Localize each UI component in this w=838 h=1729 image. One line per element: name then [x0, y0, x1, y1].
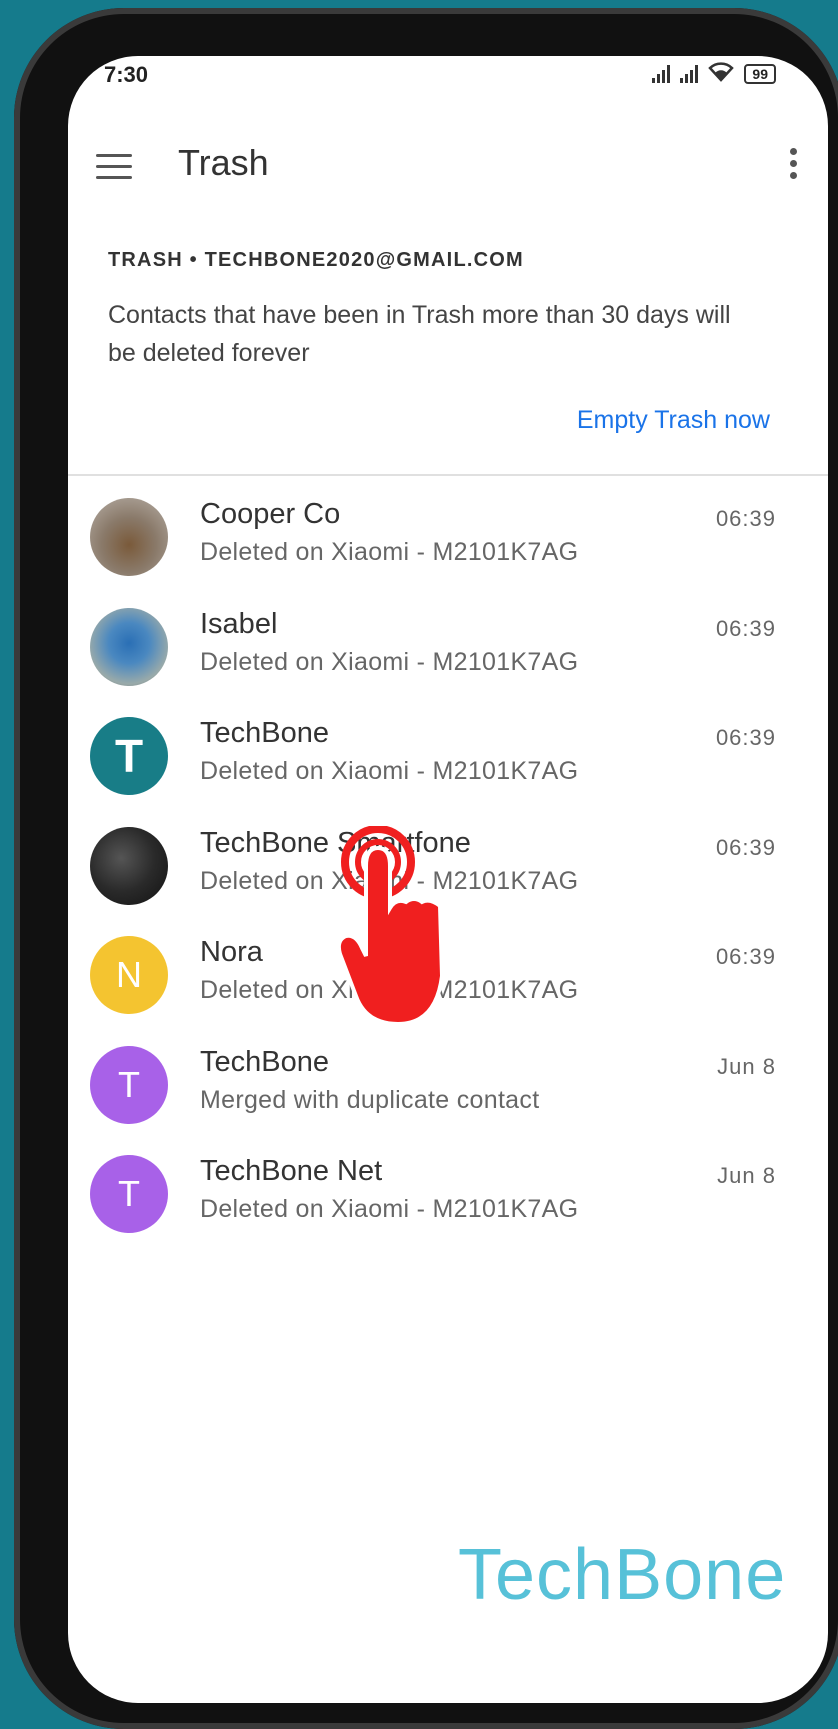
divider: [68, 474, 828, 476]
avatar: T: [90, 717, 168, 795]
avatar: N: [90, 936, 168, 1014]
wifi-icon: [708, 62, 735, 85]
avatar: [90, 498, 168, 576]
avatar: T: [90, 1155, 168, 1233]
page-title: Trash: [178, 142, 269, 183]
contact-subtitle: Deleted on Xiaomi - M2101K7AG: [200, 538, 579, 566]
contact-row[interactable]: Isabel Deleted on Xiaomi - M2101K7AG 06:…: [68, 598, 828, 708]
contact-subtitle: Deleted on Xiaomi - M2101K7AG: [200, 1195, 579, 1223]
contact-row[interactable]: T TechBone Deleted on Xiaomi - M2101K7AG…: [68, 707, 828, 817]
signal-icon: [680, 64, 699, 83]
menu-icon[interactable]: [96, 154, 132, 180]
more-options-icon[interactable]: [788, 148, 798, 188]
screen: 7:30 99 Trash TRASH • TECHBONE2020@GMAIL…: [68, 56, 828, 1703]
phone-frame: 7:30 99 Trash TRASH • TECHBONE2020@GMAIL…: [14, 8, 838, 1729]
contact-time: Jun 8: [717, 1053, 776, 1079]
battery-icon: 99: [744, 63, 776, 84]
contact-subtitle: Deleted on Xiaomi - M2101K7AG: [200, 647, 579, 676]
contact-name: TechBone: [200, 717, 329, 749]
contact-time: 06:39: [715, 725, 776, 750]
trash-info-text: Contacts that have been in Trash more th…: [108, 301, 731, 367]
contact-name: TechBone: [200, 1045, 329, 1078]
status-bar: 7:30 99: [68, 56, 828, 102]
contact-name: Isabel: [200, 607, 278, 640]
avatar: [90, 607, 168, 686]
contact-name: Nora: [200, 936, 263, 968]
contact-time: 06:39: [715, 615, 776, 641]
contact-time: 06:39: [715, 506, 776, 531]
avatar: T: [90, 1045, 168, 1124]
empty-trash-button[interactable]: Empty Trash now: [577, 406, 770, 435]
contact-time: 06:39: [715, 944, 776, 969]
contact-subtitle: Deleted on Xiaomi - M2101K7AG: [200, 757, 579, 785]
watermark-logo: TechBone: [458, 1535, 787, 1615]
contact-name: TechBone Net: [200, 1155, 383, 1187]
contact-row[interactable]: T TechBone Net Deleted on Xiaomi - M2101…: [68, 1145, 828, 1255]
contact-subtitle: Merged with duplicate contact: [200, 1085, 540, 1114]
contact-row[interactable]: T TechBone Merged with duplicate contact…: [68, 1036, 828, 1146]
tap-hand-icon: [336, 825, 466, 1036]
status-time: 7:30: [104, 62, 149, 87]
account-label: TRASH • TECHBONE2020@GMAIL.COM: [108, 249, 524, 271]
contact-time: 06:39: [715, 834, 776, 860]
contact-row[interactable]: Cooper Co Deleted on Xiaomi - M2101K7AG …: [68, 488, 828, 598]
status-icons: 99: [652, 62, 776, 85]
contact-time: Jun 8: [717, 1163, 776, 1188]
signal-icon: [652, 64, 671, 83]
contact-name: Cooper Co: [200, 498, 341, 530]
app-bar: Trash: [68, 118, 828, 218]
avatar: [90, 826, 168, 905]
